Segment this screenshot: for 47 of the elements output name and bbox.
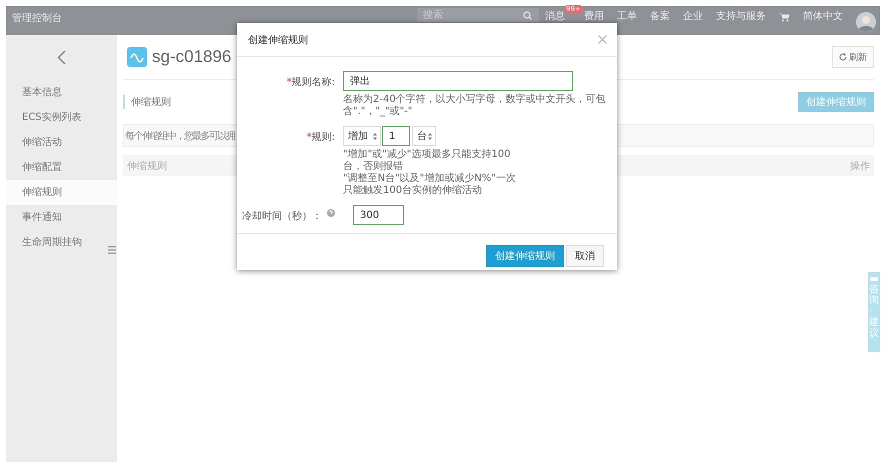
nav-link[interactable]: 工单: [617, 11, 637, 22]
sidebar-item[interactable]: 伸缩活动: [6, 130, 117, 155]
nav-link[interactable]: 备案: [650, 11, 670, 22]
section-title: 伸缩规则: [123, 95, 171, 109]
hint-text: "调整至N台"以及"增加或减少N%"一次: [343, 173, 516, 184]
sidebar-item[interactable]: 伸缩配置: [6, 155, 117, 180]
scaling-group-icon: [127, 47, 147, 67]
sidebar-item[interactable]: ECS实例列表: [6, 105, 117, 130]
refresh-icon: [839, 53, 847, 61]
create-rule-button[interactable]: 创建伸缩规则: [486, 245, 564, 267]
column-header: 操作: [850, 160, 870, 172]
cancel-button[interactable]: 取消: [566, 245, 604, 267]
language-link[interactable]: 简体中文: [803, 11, 843, 22]
sidebar-item[interactable]: 事件通知: [6, 205, 117, 230]
console-title[interactable]: 管理控制台: [12, 10, 62, 24]
sidebar-item[interactable]: 基本信息: [6, 80, 117, 105]
group-title: sg-c01896: [152, 47, 232, 67]
hint-text: 含"."，"_"或"-": [343, 106, 414, 118]
unit-select[interactable]: 台: [412, 126, 436, 146]
sidebar-item[interactable]: 生命周期挂钩: [6, 230, 117, 255]
dialog-title: 创建伸缩规则: [248, 34, 308, 46]
help-icon[interactable]: [327, 209, 335, 217]
hint-text: 名称为2-40个字符，以大小写字母，数字或中文开头，可包: [343, 94, 606, 106]
sort-arrows-icon: [373, 132, 377, 140]
hint-text: 台，否则报错: [343, 161, 404, 172]
nav-link[interactable]: 企业: [683, 11, 703, 22]
cart-icon[interactable]: [779, 12, 790, 22]
hint-text: "增加"或"减少"选项最多只能支持100: [343, 149, 512, 160]
sidebar-item[interactable]: 伸缩规则: [6, 180, 117, 205]
field-label: *规则:: [306, 131, 335, 144]
hint-text: 只能触发100台实例的伸缩活动: [343, 185, 484, 197]
rule-name-field[interactable]: 弹出: [343, 71, 573, 91]
field-label: 冷却时间（秒）：: [242, 210, 322, 223]
cooldown-field[interactable]: 300: [353, 205, 404, 225]
nav-link[interactable]: 消息: [545, 11, 565, 22]
collapse-handle-icon[interactable]: [108, 246, 116, 254]
count-field[interactable]: 1: [382, 126, 410, 146]
nav-link[interactable]: 支持与服务: [716, 11, 766, 22]
nav-link[interactable]: 费用: [584, 11, 604, 22]
column-header: 伸缩规则: [127, 160, 167, 172]
sort-arrows-icon: [428, 132, 432, 140]
action-select[interactable]: 增加: [343, 126, 381, 146]
avatar-icon[interactable]: [856, 12, 876, 32]
field-label: *规则名称:: [286, 76, 335, 89]
notice-text: 每个伸缩组中，您最多可以拥: [125, 130, 234, 142]
close-icon[interactable]: [598, 35, 607, 44]
refresh-button[interactable]: 刷新: [832, 46, 874, 68]
